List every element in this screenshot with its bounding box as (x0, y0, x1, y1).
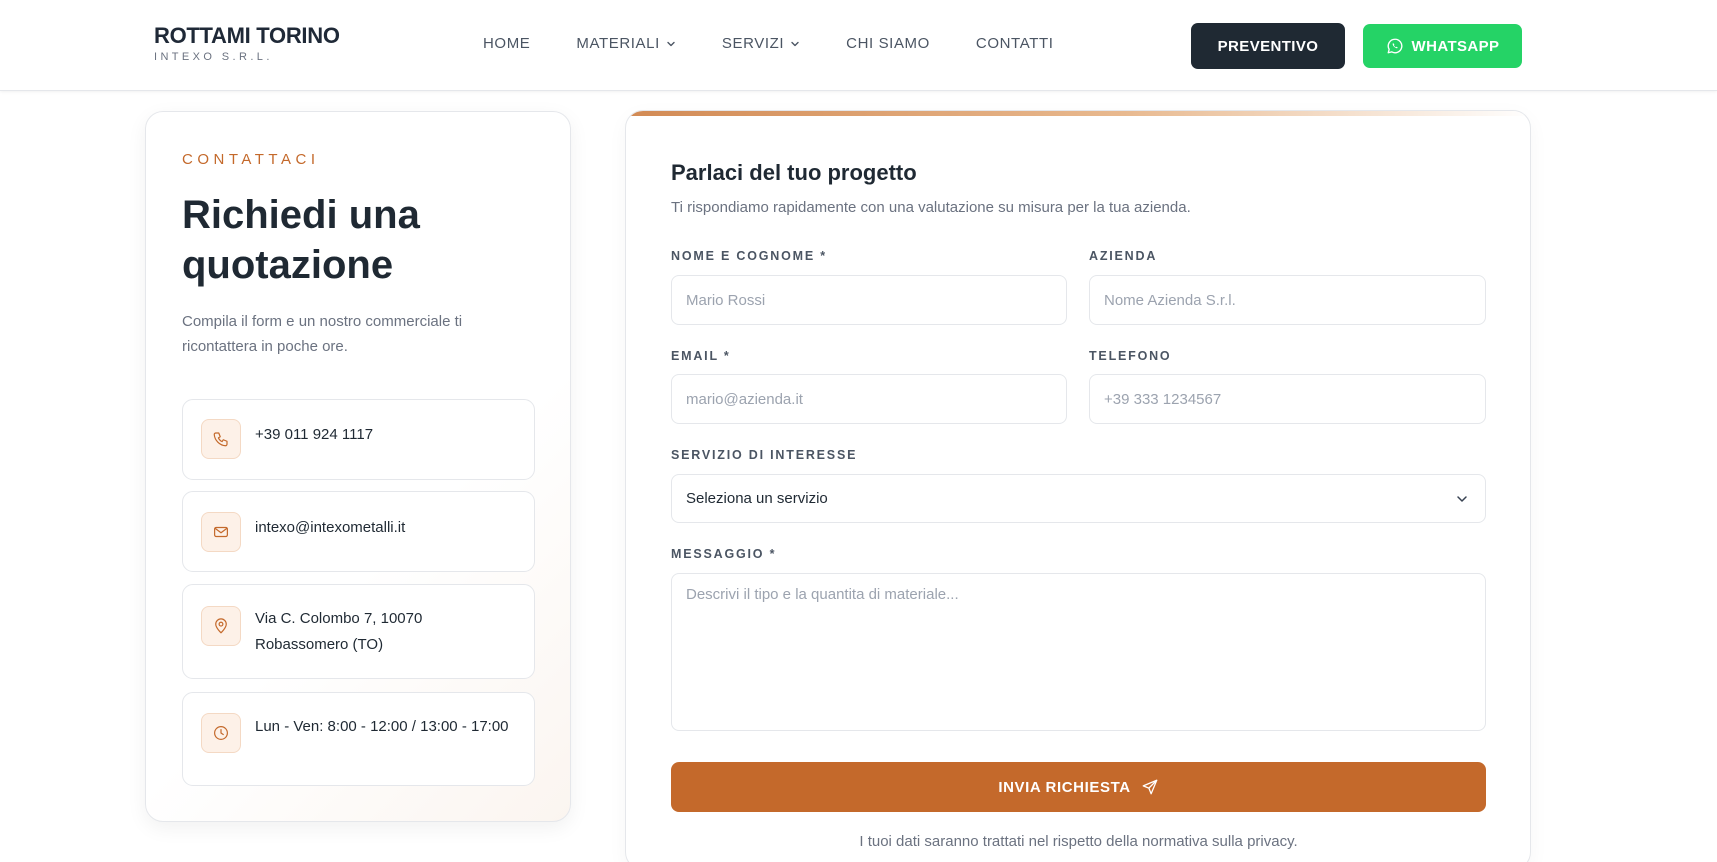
contact-item-email[interactable]: intexo@intexometalli.it (182, 491, 535, 572)
message-textarea[interactable] (671, 573, 1486, 731)
nav-item-materiali[interactable]: MATERIALI (576, 35, 675, 52)
email-label: EMAIL * (671, 349, 731, 363)
submit-button[interactable]: INVIA RICHIESTA (671, 762, 1486, 812)
nav-item-chi-siamo[interactable]: CHI SIAMO (846, 35, 930, 52)
contact-item-text: Lun - Ven: 8:00 - 12:00 / 13:00 - 17:00 (255, 718, 509, 735)
brand-subtitle: INTEXO S.R.L. (154, 51, 273, 63)
name-input[interactable] (671, 275, 1067, 325)
brand-logo[interactable]: ROTTAMI TORINO INTEXO S.R.L. (154, 23, 340, 63)
form-subtitle: Ti rispondiamo rapidamente con una valut… (671, 199, 1191, 216)
submit-label: INVIA RICHIESTA (998, 778, 1131, 796)
accent-bar (626, 111, 1530, 116)
nav-item-contatti[interactable]: CONTATTI (976, 35, 1054, 52)
site-header: ROTTAMI TORINO INTEXO S.R.L. HOME MATERI… (0, 0, 1717, 91)
contact-title: Richiedi una quotazione (182, 193, 420, 287)
contact-item-text: Via C. Colombo 7, 10070 Robassomero (TO) (255, 610, 423, 653)
contact-item-address[interactable]: Via C. Colombo 7, 10070 Robassomero (TO) (182, 584, 535, 679)
privacy-note: I tuoi dati saranno trattati nel rispett… (859, 833, 1298, 850)
nav-item-label: MATERIALI (576, 35, 660, 52)
nav-item-label: SERVIZI (721, 35, 785, 52)
contact-item-text: intexo@intexometalli.it (255, 519, 406, 536)
send-icon (1142, 779, 1158, 795)
whatsapp-button[interactable]: WHATSAPP (1363, 24, 1522, 68)
contact-description: Compila il form e un nostro commerciale … (182, 313, 463, 355)
quote-form-card: Parlaci del tuo progetto Ti rispondiamo … (625, 110, 1531, 862)
location-pin-icon (201, 606, 241, 646)
chevron-down-icon (791, 41, 799, 46)
contact-item-text: +39 011 924 1117 (255, 426, 374, 443)
nav-item-label: CHI SIAMO (846, 35, 930, 52)
preventivo-button[interactable]: PREVENTIVO (1191, 23, 1345, 69)
phone-icon (201, 419, 241, 459)
whatsapp-icon (1387, 38, 1403, 54)
nav-item-label: CONTATTI (975, 35, 1054, 52)
nav-item-servizi[interactable]: SERVIZI (722, 35, 800, 52)
service-select[interactable]: Seleziona un servizio (671, 474, 1486, 523)
phone-input[interactable] (1089, 374, 1486, 424)
company-label: AZIENDA (1089, 249, 1158, 263)
contact-info-card: CONTATTACI Richiedi una quotazione Compi… (145, 111, 571, 822)
contact-item-phone[interactable]: +39 011 924 1117 (182, 399, 535, 480)
service-selected-value: Seleziona un servizio (686, 490, 828, 507)
service-label: SERVIZIO DI INTERESSE (671, 448, 858, 462)
nav-item-home[interactable]: HOME (483, 35, 530, 52)
phone-label: TELEFONO (1089, 349, 1172, 363)
whatsapp-label: WHATSAPP (1411, 37, 1500, 55)
mail-icon (201, 512, 241, 552)
nav-item-label: HOME (483, 35, 531, 52)
name-label: NOME E COGNOME * (671, 249, 827, 263)
email-input[interactable] (671, 374, 1067, 424)
form-title: Parlaci del tuo progetto (671, 160, 917, 185)
message-label: MESSAGGIO * (671, 547, 777, 561)
contact-item-hours[interactable]: Lun - Ven: 8:00 - 12:00 / 13:00 - 17:00 (182, 692, 535, 786)
chevron-down-icon (1457, 496, 1467, 502)
contact-eyebrow: CONTATTACI (182, 151, 320, 168)
company-input[interactable] (1089, 275, 1486, 325)
chevron-down-icon (667, 41, 675, 46)
clock-icon (201, 713, 241, 753)
main-nav: HOME MATERIALI SERVIZI CHI SIAMO CONTATT… (483, 35, 1054, 52)
brand-name: ROTTAMI TORINO (154, 23, 340, 48)
